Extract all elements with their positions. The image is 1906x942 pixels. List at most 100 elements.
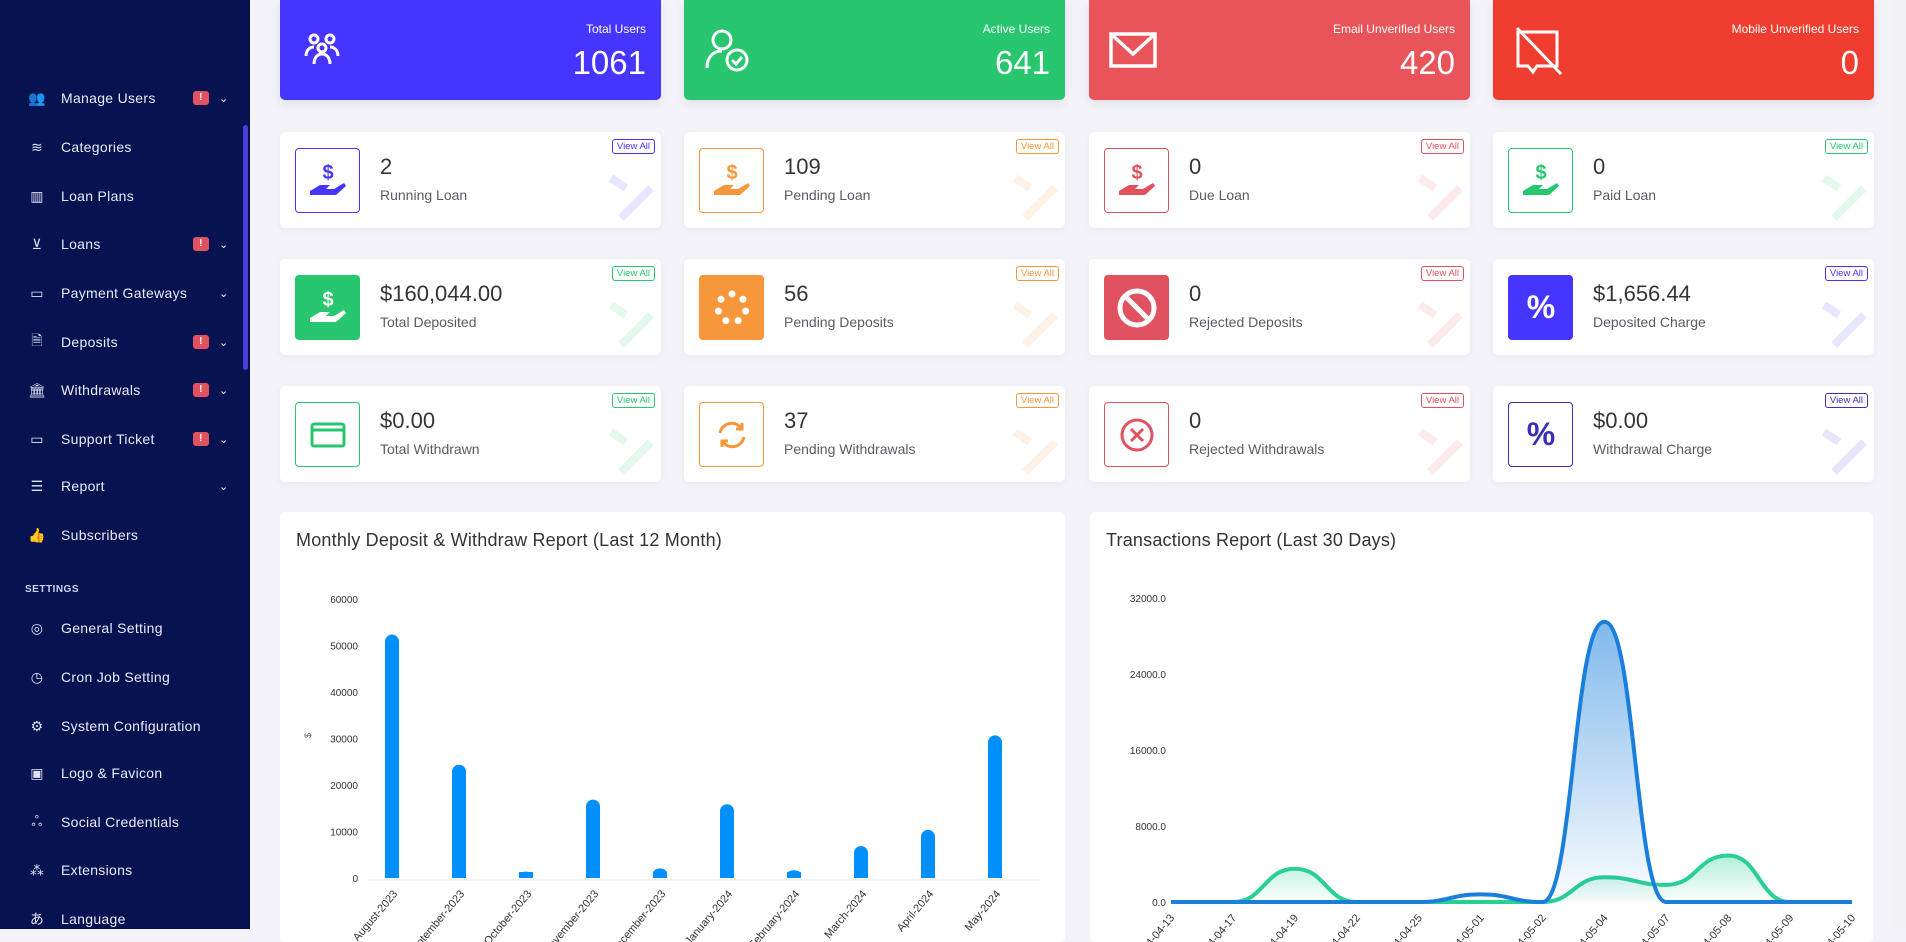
x-tick-label: 2024-05-07	[1627, 912, 1672, 942]
x-tick-label: 2024-05-04	[1565, 912, 1610, 942]
x-tick-label: March-2024	[822, 888, 869, 941]
view-all-button[interactable]: View All	[1824, 393, 1868, 408]
widget-label: Paid Loan	[1593, 187, 1657, 203]
sidebar-scrollbar[interactable]	[243, 125, 248, 370]
file-dollar-icon: 🗎	[31, 332, 43, 348]
sidebar-item-label: General Setting	[61, 620, 163, 636]
sidebar-item-social-credentials[interactable]: ஃ Social Credentials	[0, 802, 240, 842]
view-all-button[interactable]: View All	[1420, 266, 1464, 281]
sidebar: 👥 Manage Users! ⌄ ≋ Categories ▥ Loan Plans ⊻ Lo…	[0, 0, 250, 929]
watermark-icon	[1410, 285, 1470, 355]
chevron-down-icon: ⌄	[219, 433, 229, 446]
view-all-button[interactable]: View All	[611, 393, 655, 408]
svg-text:$: $	[322, 162, 333, 184]
bar	[586, 799, 600, 878]
x-tick-label: 2024-05-09	[1751, 912, 1796, 942]
sidebar-item-categories[interactable]: ≋ Categories	[0, 127, 240, 167]
stat-card-active-users[interactable]: Active Users 641	[684, 0, 1065, 100]
sidebar-item-payment-gateways[interactable]: ▭ Payment Gateways ⌄	[0, 273, 240, 313]
view-all-button[interactable]: View All	[1824, 139, 1868, 154]
view-all-button[interactable]: View All	[611, 139, 655, 154]
stat-value: 420	[1399, 44, 1455, 81]
watermark-icon	[1814, 412, 1874, 482]
y-tick-label: 30000	[330, 735, 358, 746]
stat-card-mobile-unverified-users[interactable]: Mobile Unverified Users 0	[1493, 0, 1874, 100]
view-all-button[interactable]: View All	[1015, 393, 1059, 408]
sidebar-item-extensions[interactable]: ⁂ Extensions	[0, 850, 240, 890]
stat-card-email-unverified-users[interactable]: Email Unverified Users 420	[1089, 0, 1470, 100]
alert-badge: !	[193, 335, 209, 349]
view-all-button[interactable]: View All	[1015, 139, 1059, 154]
sidebar-item-system-configuration[interactable]: ⚙ System Configuration	[0, 706, 240, 746]
sidebar-item-label: Cron Job Setting	[61, 669, 171, 685]
x-tick-label: February-2024	[747, 888, 803, 942]
bar-base	[653, 872, 667, 878]
hand-dollar-icon: $	[1508, 148, 1573, 213]
sidebar-item-loans[interactable]: ⊻ Loans! ⌄	[0, 224, 240, 264]
widget-card-pending-withdrawals: 37 Pending Withdrawals View All	[684, 386, 1065, 482]
sidebar-item-label: Deposits	[61, 334, 118, 350]
image-icon: ▣	[30, 764, 44, 781]
page-scrollbar[interactable]	[1892, 0, 1906, 929]
users-icon: 👥	[28, 89, 46, 106]
sidebar-item-label: Subscribers	[61, 527, 139, 543]
x-tick-label: November-2023	[541, 888, 601, 942]
clock-icon: ◷	[30, 668, 44, 685]
bar-base	[385, 872, 399, 878]
hand-coin-icon: ⊻	[31, 235, 43, 252]
bar-base	[720, 872, 734, 878]
stat-value: 1061	[572, 44, 646, 81]
x-tick-label: 2024-04-25	[1380, 912, 1425, 942]
sidebar-item-manage-users[interactable]: 👥 Manage Users! ⌄	[0, 78, 240, 118]
sidebar-item-withdrawals[interactable]: 🏛 Withdrawals! ⌄	[0, 370, 240, 410]
widget-label: Pending Loan	[784, 187, 871, 203]
sidebar-item-label: Withdrawals	[61, 382, 141, 398]
view-all-button[interactable]: View All	[1015, 266, 1059, 281]
widget-label: Total Deposited	[380, 314, 477, 330]
watermark-icon	[1814, 158, 1874, 228]
bar	[921, 829, 935, 878]
stat-label: Active Users	[982, 22, 1050, 36]
widget-label: Rejected Deposits	[1189, 314, 1303, 330]
stat-card-total-users[interactable]: Total Users 1061	[280, 0, 661, 100]
chevron-down-icon: ⌄	[219, 480, 229, 493]
y-tick-label: 20000	[330, 781, 358, 792]
view-all-button[interactable]: View All	[1420, 139, 1464, 154]
widget-card-pending-loan: $ 109 Pending Loan View All	[684, 132, 1065, 228]
bank-icon: 🏛	[27, 381, 47, 398]
view-all-button[interactable]: View All	[611, 266, 655, 281]
sidebar-item-loan-plans[interactable]: ▥ Loan Plans	[0, 176, 240, 216]
view-all-button[interactable]: View All	[1420, 393, 1464, 408]
sidebar-item-logo-favicon[interactable]: ▣ Logo & Favicon	[0, 753, 240, 793]
percent-icon: %	[1508, 275, 1573, 340]
bar-base	[519, 872, 533, 878]
bar	[385, 634, 399, 878]
sidebar-item-support-ticket[interactable]: ▭ Support Ticket! ⌄	[0, 419, 240, 459]
sidebar-item-subscribers[interactable]: 👍 Subscribers	[0, 515, 240, 555]
series-line	[1171, 619, 1852, 905]
sidebar-item-language[interactable]: あ Language	[0, 899, 240, 939]
puzzle-icon: ⁂	[29, 861, 45, 878]
widget-label: Deposited Charge	[1593, 314, 1706, 330]
y-tick-label: 0	[352, 874, 358, 885]
chevron-down-icon: ⌄	[219, 92, 229, 105]
x-tick-label: 2024-04-19	[1256, 912, 1301, 942]
stat-value: 0	[1840, 44, 1859, 81]
x-tick-label: 2024-05-08	[1689, 912, 1734, 942]
chevron-down-icon: ⌄	[219, 287, 229, 300]
sidebar-item-deposits[interactable]: 🗎 Deposits! ⌄	[0, 322, 240, 362]
bar-base	[586, 872, 600, 878]
percent-icon: %	[1508, 402, 1573, 467]
y-axis-label: $	[303, 733, 313, 738]
sidebar-item-cron-job-setting[interactable]: ◷ Cron Job Setting	[0, 657, 240, 697]
bar	[452, 764, 466, 878]
view-all-button[interactable]: View All	[1824, 266, 1868, 281]
sidebar-item-report[interactable]: ☰ Report ⌄	[0, 466, 240, 506]
watermark-icon	[1005, 412, 1065, 482]
credit-card-icon	[295, 402, 360, 467]
sidebar-item-general-setting[interactable]: ◎ General Setting	[0, 608, 240, 648]
watermark-icon	[601, 285, 661, 355]
widget-value: $0.00	[380, 408, 436, 433]
sidebar-item-label: Loans	[61, 236, 101, 252]
language-icon: あ	[29, 911, 45, 927]
